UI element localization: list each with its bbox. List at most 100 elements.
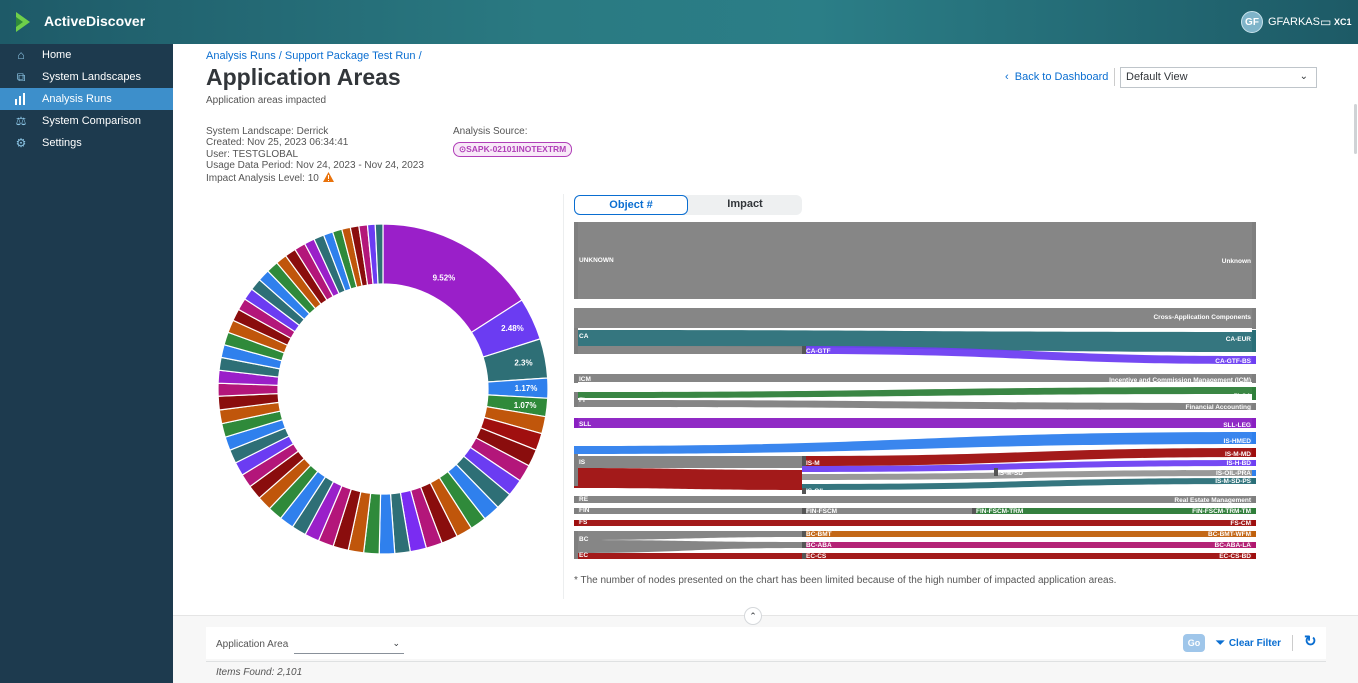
compare-icon: ⚖ [15,114,27,128]
sankey-link[interactable] [574,520,1256,526]
sankey-link[interactable] [574,496,1256,503]
sidebar-item-label: System Comparison [42,115,142,127]
sankey-node[interactable] [1252,520,1256,526]
sidebar-item-home[interactable]: ⌂ Home [0,44,173,66]
refresh-icon[interactable]: ↻ [1304,632,1317,650]
sankey-node-label: CA-GTF [806,348,831,355]
sankey-node[interactable] [574,328,578,354]
clear-filter-button[interactable]: ⏷ Clear Filter [1216,637,1281,650]
sankey-link[interactable] [574,553,1256,559]
sankey-link[interactable] [574,400,1256,410]
sankey-link[interactable] [574,222,1256,299]
sankey-node[interactable] [1252,448,1256,457]
monitor-icon: ▭ [1320,15,1332,29]
sankey-node-label: BC-ABA-LA [1215,542,1252,549]
sankey-node[interactable] [1252,460,1256,466]
sankey-node-label: BC-ABA [806,542,832,549]
sankey-node[interactable] [574,496,578,503]
sankey-node-label: IS-H-BD [1226,460,1251,467]
donut-slice-label: 2.48% [501,324,524,333]
back-to-dashboard-link[interactable]: ‹ Back to Dashboard [1005,71,1108,83]
chevron-down-icon: ⌄ [1299,71,1308,82]
sankey-node[interactable] [1252,508,1256,514]
items-found: Items Found: 2,101 [216,667,303,678]
sankey-link[interactable] [802,531,1256,537]
system-name[interactable]: XC1 [1334,17,1352,27]
view-toggle: Object # Impact [574,195,802,215]
sankey-link[interactable] [574,346,802,354]
source-badge[interactable]: ⊙SAPK-02101INOTEXTRM [453,142,573,157]
clear-filter-label: Clear Filter [1228,638,1282,649]
sankey-node[interactable] [574,531,578,553]
source-value: SAPK-02101INOTEXTRM [466,144,567,154]
sankey-node-label: SLL [579,421,591,428]
sankey-node[interactable] [1252,553,1256,559]
meta-impact-row: Impact Analysis Level: 10 [206,171,424,184]
donut-slice-label: 2.3% [514,358,532,367]
sankey-node[interactable] [1252,496,1256,503]
app-shell: ActiveDiscover GF GFARKAS ▭ XC1 ⌂ Home ⧉… [0,0,1358,683]
sankey-node[interactable] [1252,374,1256,383]
sankey-node[interactable] [574,222,578,299]
donut-slice-label: 1.07% [514,401,537,410]
sankey-node[interactable] [1252,470,1256,476]
sankey-node-label: CA-EUR [1226,336,1252,343]
sankey-node-label: IS-HMED [1224,438,1252,445]
divider [1114,68,1115,86]
sankey-chart[interactable]: CA-GTF IS-M IS-M-SD IS-OIL FIN-FSCM FIN-FSCM-… [574,222,1256,564]
sankey-link[interactable] [574,531,802,540]
bar-chart-icon [14,92,28,106]
sankey-node[interactable] [574,418,578,428]
sankey-link[interactable] [574,456,802,468]
sankey-link[interactable] [574,387,1256,398]
sankey-node-label: Unknown [1222,258,1251,265]
sidebar-item-label: Analysis Runs [42,93,112,105]
sankey-node[interactable] [1252,478,1256,484]
sankey-node[interactable] [574,553,578,559]
sankey-node[interactable] [1252,308,1256,329]
breadcrumb[interactable]: Analysis Runs / Support Package Test Run… [206,50,422,62]
go-button[interactable]: Go [1183,634,1205,652]
sankey-link[interactable] [574,540,802,553]
page-title: Application Areas [206,64,401,90]
sankey-node[interactable] [1252,222,1256,299]
sankey-node[interactable] [1252,418,1256,428]
meta-impact: Impact Analysis Level: 10 [206,173,319,185]
divider [1292,635,1293,651]
view-select[interactable]: Default View ⌄ [1120,67,1317,88]
sankey-node-label: RE [579,496,589,503]
sankey-link[interactable] [574,468,802,490]
sidebar-item-system-comparison[interactable]: ⚖ System Comparison [0,110,173,132]
sankey-node[interactable] [1252,330,1256,352]
divider [563,194,564,599]
sankey-link[interactable] [574,418,1256,428]
sankey-node[interactable] [1252,356,1256,364]
avatar[interactable]: GF [1241,11,1263,33]
filter-clear-icon: ⏷ [1216,637,1225,649]
sankey-node[interactable] [1252,432,1256,444]
user-name[interactable]: GFARKAS [1268,16,1320,28]
sidebar-item-analysis-runs[interactable]: Analysis Runs [0,88,173,110]
chevron-down-icon: ⌄ [392,638,400,648]
sidebar-item-label: Home [42,49,72,61]
sidebar-item-system-landscapes[interactable]: ⧉ System Landscapes [0,66,173,88]
sankey-node-label: FIN-FSCM-TRM [976,508,1023,515]
collapse-button[interactable]: ⌃ [744,607,762,625]
sankey-node[interactable] [574,520,578,526]
donut-chart[interactable]: 9.52% 2.48% 2.3% 1.17% 1.07% [216,222,551,557]
sidebar-item-settings[interactable]: ⚙ Settings [0,132,173,154]
sankey-node[interactable] [1252,531,1256,537]
sidebar-item-label: System Landscapes [42,71,142,83]
sankey-node[interactable] [574,374,578,383]
sankey-node[interactable] [574,454,578,486]
sankey-node[interactable] [574,508,578,514]
sankey-node[interactable] [1252,542,1256,548]
scrollbar[interactable] [1354,104,1357,154]
sankey-node[interactable] [1252,387,1256,400]
sankey-node[interactable] [1252,403,1256,410]
toggle-object-count[interactable]: Object # [574,195,688,215]
sankey-link[interactable] [802,542,1256,548]
application-area-select[interactable]: ⌄ [294,634,404,654]
sankey-node[interactable] [574,392,578,407]
toggle-impact[interactable]: Impact [688,195,802,215]
